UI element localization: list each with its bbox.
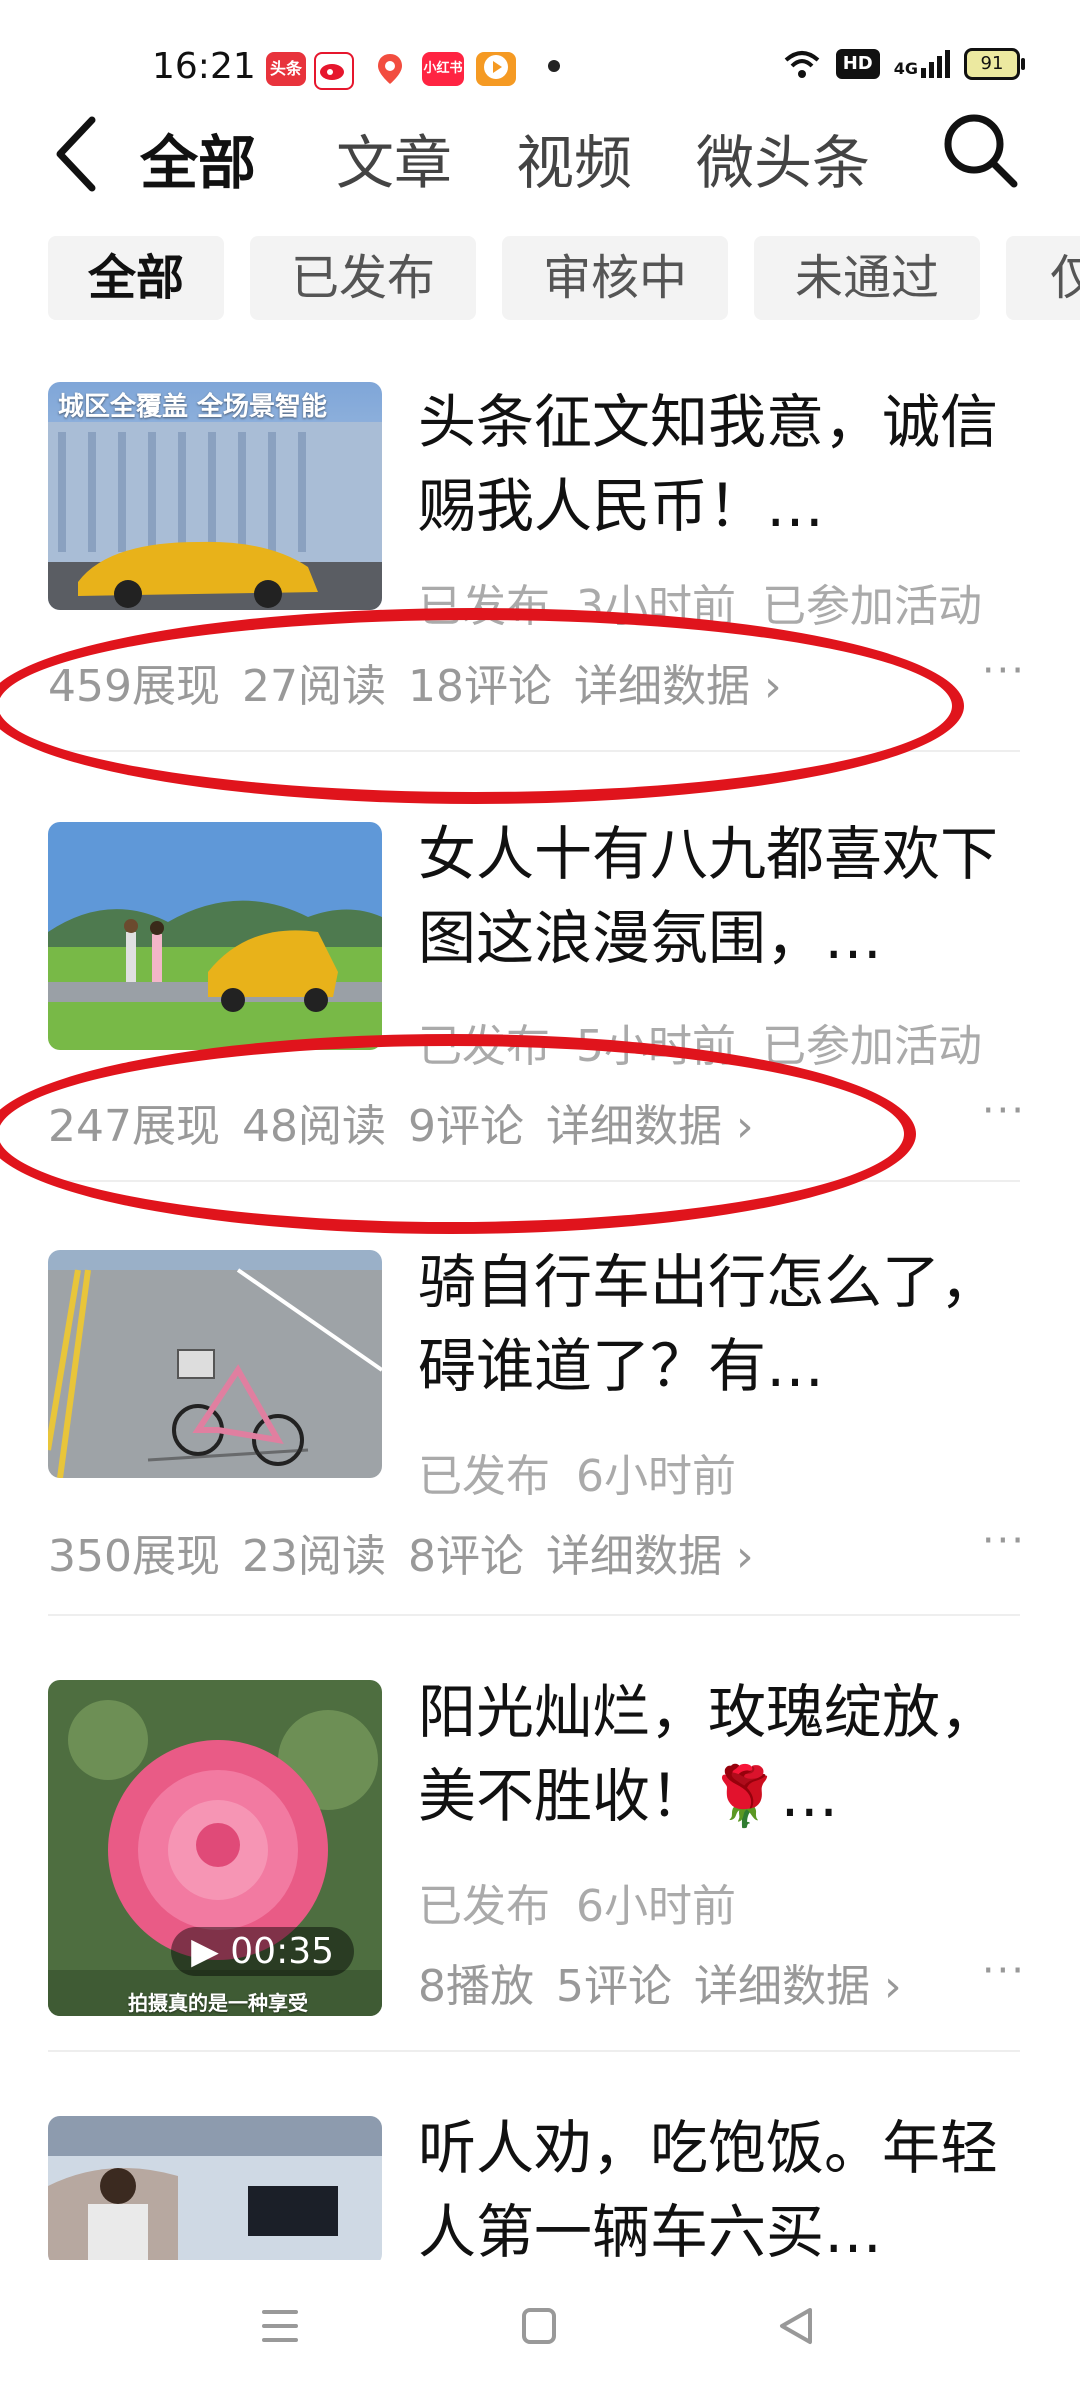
thumbnail-caption: 城区全覆盖 全场景智能: [58, 392, 328, 422]
toutiao-notif-icon: 头条: [266, 52, 306, 86]
triangle-back-icon: [780, 2308, 812, 2344]
item-activity-badge: 已参加活动: [762, 581, 982, 632]
more-options-button[interactable]: ···: [982, 1088, 1026, 1134]
item-status: 已发布: [418, 1881, 550, 1932]
filter-under-review[interactable]: 审核中: [502, 236, 728, 320]
item-title[interactable]: 阳光灿烂，玫瑰绽放，美不胜收！🌹…: [418, 1670, 1008, 1838]
tab-all[interactable]: 全部: [140, 116, 256, 200]
list-item[interactable]: 骑自行车出行怎么了，碍谁道了？有… 已发布 6小时前 350展现 23阅读 8评论 详细…: [0, 1230, 1080, 1610]
item-title[interactable]: 骑自行车出行怎么了，碍谁道了？有…: [418, 1240, 1008, 1408]
home-button[interactable]: [508, 2296, 568, 2356]
comments-count: 8评论: [407, 1531, 524, 1582]
item-thumbnail: [48, 822, 382, 1050]
item-status: 已发布: [418, 1451, 550, 1502]
filter-more[interactable]: 仅: [1006, 236, 1080, 320]
back-nav-button[interactable]: [766, 2296, 826, 2356]
chevron-left-icon: [56, 116, 96, 192]
item-stats: 350展现 23阅读 8评论 详细数据 ›: [48, 1520, 776, 1584]
item-title[interactable]: 听人劝，吃饱饭。年轻人第一辆车六买…: [418, 2106, 1008, 2260]
item-time: 6小时前: [576, 1881, 736, 1932]
status-right: HD 4G 91: [782, 48, 1025, 80]
tab-articles[interactable]: 文章: [336, 116, 452, 200]
more-options-button[interactable]: ···: [982, 1518, 1026, 1564]
thumbnail-caption: 拍摄真的是一种享受: [128, 1991, 308, 2015]
wifi-icon: [784, 51, 820, 78]
back-button[interactable]: [48, 114, 108, 194]
item-thumbnail: 城区全覆盖 全场景智能: [48, 382, 382, 610]
plays-count: 8播放: [418, 1961, 534, 2012]
filter-rejected[interactable]: 未通过: [754, 236, 980, 320]
menu-button[interactable]: [250, 2296, 310, 2356]
video-duration-badge: ▶ 00:35: [171, 1927, 354, 1976]
status-filter-row: 全部 已发布 审核中 未通过 仅: [0, 236, 1080, 320]
weibo-notif-icon: [314, 52, 354, 90]
list-item[interactable]: ▶ 00:35 拍摄真的是一种享受 阳光灿烂，玫瑰绽放，美不胜收！🌹… 已发布 6…: [0, 1660, 1080, 2040]
item-title[interactable]: 头条征文知我意，诚信赐我人民币！…: [418, 380, 1008, 548]
item-title[interactable]: 女人十有八九都喜欢下图这浪漫氛围，…: [418, 812, 1008, 980]
tab-micro-headlines[interactable]: 微头条: [696, 116, 870, 200]
hd-badge: HD: [835, 49, 880, 79]
item-thumbnail: [48, 1250, 382, 1478]
search-button[interactable]: [940, 110, 1020, 190]
item-stats: 8播放 5评论 详细数据 ›: [418, 1950, 924, 2014]
item-meta: 已发布 6小时前: [418, 1440, 762, 1504]
battery-icon: 91: [964, 48, 1025, 80]
home-square-icon: [522, 2308, 556, 2344]
more-options-button[interactable]: ···: [982, 1948, 1026, 1994]
xiaohongshu-notif-icon: 小红书: [422, 52, 464, 86]
more-options-button[interactable]: ···: [982, 648, 1026, 694]
item-meta: 已发布 6小时前: [418, 1870, 762, 1934]
highlight-oval: [0, 1034, 916, 1234]
item-time: 6小时前: [576, 1451, 736, 1502]
item-activity-badge: 已参加活动: [762, 1021, 982, 1072]
item-thumbnail: ▶ 00:35 拍摄真的是一种享受: [48, 1680, 382, 2016]
comments-count: 5评论: [556, 1961, 672, 2012]
video-notif-icon: [476, 52, 516, 86]
item-divider: [48, 1614, 1020, 1616]
network-type-label: 4G: [893, 59, 918, 78]
search-icon: [944, 114, 1018, 188]
detail-data-link[interactable]: 详细数据 ›: [694, 1961, 902, 2012]
more-notifications-dot: [548, 60, 560, 72]
signal-icon: 4G: [894, 50, 950, 78]
highlight-oval: [0, 608, 964, 804]
detail-data-link[interactable]: 详细数据 ›: [546, 1531, 754, 1582]
system-nav-bar: [0, 2260, 1080, 2400]
tab-videos[interactable]: 视频: [516, 116, 632, 200]
top-nav: 全部 文章 视频 微头条: [0, 100, 1080, 210]
item-divider: [48, 2050, 1020, 2052]
filter-all[interactable]: 全部: [48, 236, 224, 320]
menu-icon: [262, 2310, 298, 2342]
item-thumbnail: [48, 2116, 382, 2260]
filter-published[interactable]: 已发布: [250, 236, 476, 320]
status-time: 16:21: [152, 46, 256, 87]
impressions-count: 350展现: [48, 1531, 220, 1582]
list-item[interactable]: 听人劝，吃饱饭。年轻人第一辆车六买…: [0, 2096, 1080, 2260]
reads-count: 23阅读: [241, 1531, 386, 1582]
map-notif-icon: [372, 52, 408, 86]
